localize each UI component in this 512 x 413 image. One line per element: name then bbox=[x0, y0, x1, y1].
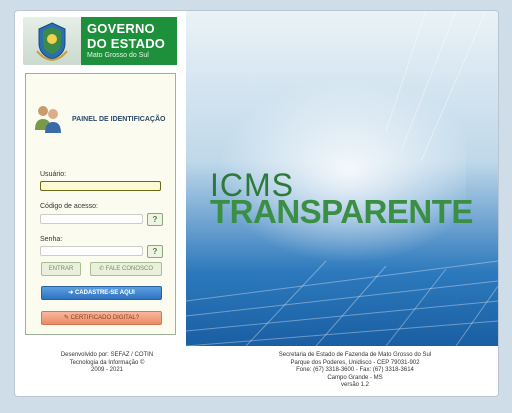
footer-right-line: Parque dos Poderes, Unidisco - CEP 79031… bbox=[290, 359, 420, 366]
hero-banner: ICMS TRANSPARENTE bbox=[186, 11, 498, 346]
panel-title: PAINEL DE IDENTIFICAÇÃO bbox=[72, 116, 166, 123]
footer: Desenvolvido por: SEFAZ / COTIN Tecnolog… bbox=[15, 346, 498, 396]
footer-developer: Desenvolvido por: SEFAZ / COTIN Tecnolog… bbox=[37, 352, 177, 375]
certificate-icon: ✎ bbox=[63, 315, 71, 321]
register-button[interactable]: ➜ CADASTRE-SE AQUI bbox=[41, 286, 162, 300]
coat-of-arms-icon bbox=[23, 17, 81, 65]
main-frame: GOVERNO DO ESTADO Mato Grosso do Sul PAI… bbox=[14, 10, 499, 397]
footer-right-line: Fone: (67) 3318-3600 - Fax: (67) 3318-36… bbox=[296, 367, 414, 373]
register-label: CADASTRE-SE AQUI bbox=[74, 290, 135, 296]
footer-left-line: Desenvolvido por: SEFAZ / COTIN bbox=[60, 352, 154, 358]
certificate-button[interactable]: ✎ CERTIFICADO DIGITAL? bbox=[41, 311, 162, 325]
government-logo: GOVERNO DO ESTADO Mato Grosso do Sul bbox=[81, 17, 177, 65]
footer-right-line: Secretaria de Estado de Fazenda de Mato … bbox=[278, 352, 432, 358]
footer-right-line: Campo Grande - MS bbox=[327, 374, 383, 381]
access-code-label: Código de acesso: bbox=[40, 203, 98, 210]
register-icon: ➜ bbox=[68, 290, 75, 296]
identification-panel: PAINEL DE IDENTIFICAÇÃO Usuário: Código … bbox=[25, 73, 176, 335]
government-header: GOVERNO DO ESTADO Mato Grosso do Sul bbox=[23, 17, 177, 65]
user-input[interactable] bbox=[40, 181, 161, 191]
footer-left-line: Tecnologia da Informação © bbox=[69, 359, 145, 366]
user-label: Usuário: bbox=[40, 171, 67, 178]
gov-line3: Mato Grosso do Sul bbox=[87, 52, 149, 59]
contact-label: FALE CONOSCO bbox=[105, 266, 154, 272]
certificate-label: CERTIFICADO DIGITAL? bbox=[70, 315, 140, 321]
password-help-button[interactable]: ? bbox=[147, 245, 163, 258]
icms-logo-bottom: TRANSPARENTE bbox=[210, 193, 473, 230]
users-icon bbox=[32, 102, 64, 134]
password-label: Senha: bbox=[40, 236, 63, 243]
gov-line2: DO ESTADO bbox=[87, 36, 166, 51]
footer-right-line: versão 1.2 bbox=[340, 382, 370, 388]
left-column: GOVERNO DO ESTADO Mato Grosso do Sul PAI… bbox=[15, 11, 186, 346]
footer-left-line: 2009 - 2021 bbox=[90, 367, 124, 373]
gov-line1: GOVERNO bbox=[87, 21, 155, 36]
contact-button[interactable]: ✆ FALE CONOSCO bbox=[90, 262, 162, 276]
password-input[interactable] bbox=[40, 246, 143, 256]
enter-button[interactable]: ENTRAR bbox=[41, 262, 81, 276]
access-code-help-button[interactable]: ? bbox=[147, 213, 163, 226]
access-code-input[interactable] bbox=[40, 214, 143, 224]
footer-address: Secretaria de Estado de Fazenda de Mato … bbox=[240, 352, 470, 390]
contact-icon: ✆ bbox=[98, 266, 106, 272]
